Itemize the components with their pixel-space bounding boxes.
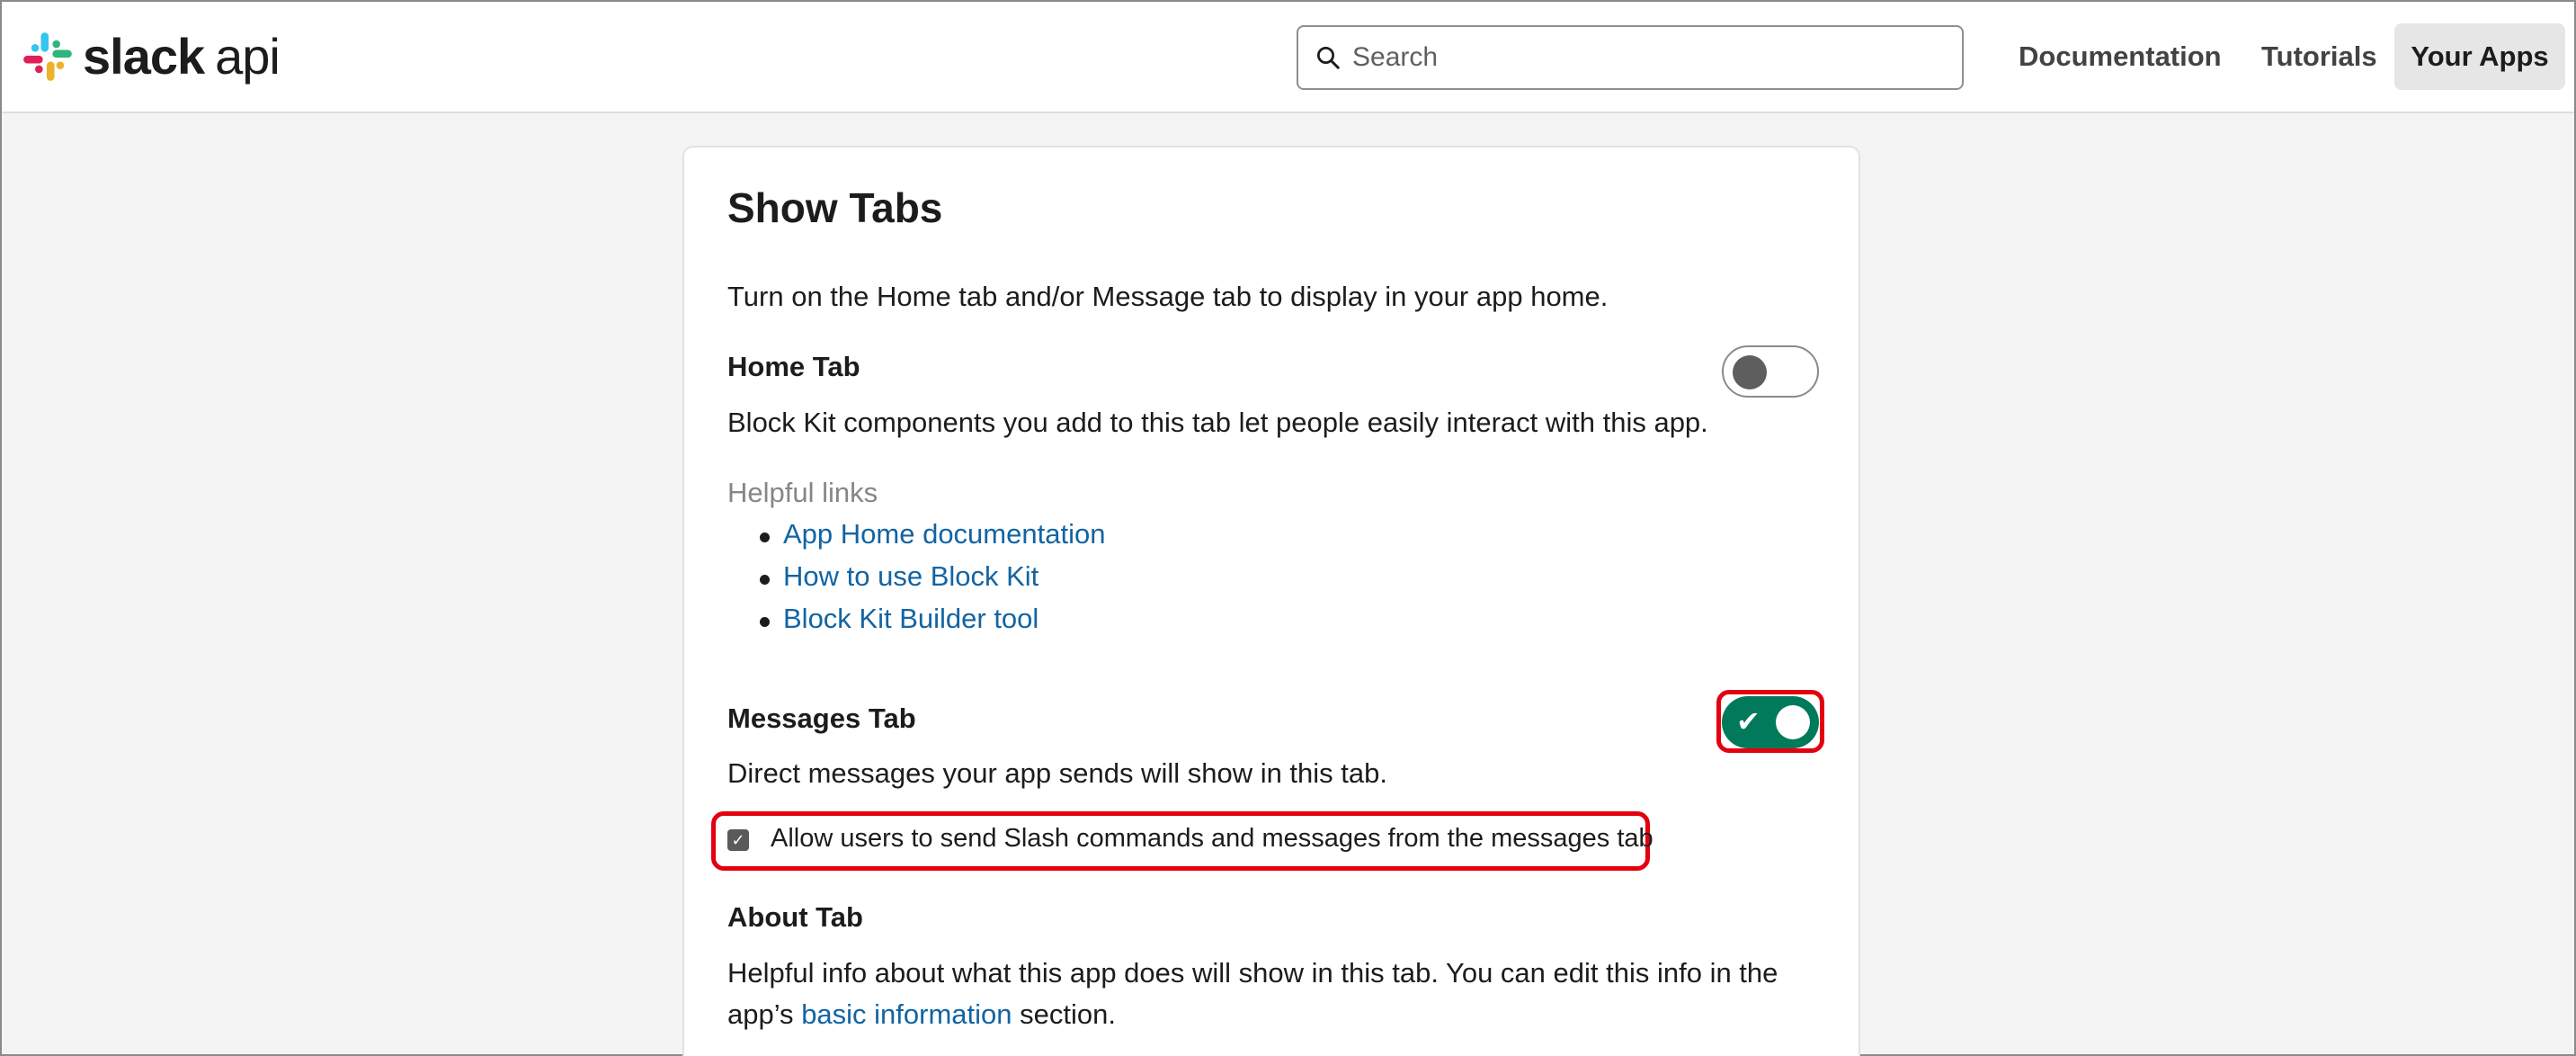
top-navigation-bar: slackapi Documentation Tutorials Your Ap…	[2, 2, 2574, 113]
about-tab-description-line1: Helpful info about what this app does wi…	[727, 957, 1778, 989]
logo-suffix-text: api	[215, 28, 281, 85]
helpful-links-label: Helpful links	[727, 477, 878, 508]
search-icon	[1317, 47, 1340, 69]
search-input[interactable]	[1352, 42, 1928, 73]
about-tab-label: About Tab	[727, 901, 863, 933]
bullet-dot	[760, 532, 770, 542]
logo-wordmark: slack api	[83, 28, 281, 85]
about-prefix-text: app’s	[727, 998, 794, 1030]
bullet-dot	[760, 575, 770, 585]
show-tabs-card: Show Tabs Turn on the Home tab and/or Me…	[682, 146, 1860, 1056]
app-home-documentation-link[interactable]: App Home documentation	[783, 518, 1105, 550]
nav-tutorials-link[interactable]: Tutorials	[2261, 23, 2377, 90]
how-to-use-block-kit-link[interactable]: How to use Block Kit	[783, 560, 1038, 593]
logo-brand-text: slack	[83, 28, 205, 85]
toggle-knob	[1733, 355, 1767, 389]
bullet-dot	[760, 617, 770, 627]
messages-tab-toggle[interactable]: ✔	[1722, 696, 1819, 748]
nav-documentation-link[interactable]: Documentation	[2019, 23, 2222, 90]
home-tab-label: Home Tab	[727, 351, 860, 382]
basic-information-link[interactable]: basic information	[801, 998, 1012, 1030]
about-tab-description-line2: app’s basic information section.	[727, 998, 1116, 1031]
section-title: Show Tabs	[727, 184, 943, 231]
home-tab-description: Block Kit components you add to this tab…	[727, 407, 1708, 438]
toggle-knob	[1776, 705, 1810, 739]
slack-logo-icon	[23, 32, 72, 81]
search-box[interactable]	[1297, 25, 1964, 90]
allow-slash-commands-checkbox[interactable]: ✓	[727, 829, 749, 851]
block-kit-builder-tool-link[interactable]: Block Kit Builder tool	[783, 603, 1038, 635]
messages-tab-description: Direct messages your app sends will show…	[727, 757, 1387, 789]
slack-api-logo[interactable]: slack api	[22, 27, 281, 86]
allow-slash-commands-label[interactable]: Allow users to send Slash commands and m…	[771, 824, 1653, 854]
section-intro: Turn on the Home tab and/or Message tab …	[727, 281, 1609, 312]
home-tab-toggle[interactable]	[1722, 345, 1819, 398]
about-suffix-text: section.	[1020, 998, 1116, 1030]
messages-tab-label: Messages Tab	[727, 703, 916, 734]
check-icon: ✔	[1736, 705, 1760, 738]
nav-your-apps-button[interactable]: Your Apps	[2394, 23, 2565, 90]
